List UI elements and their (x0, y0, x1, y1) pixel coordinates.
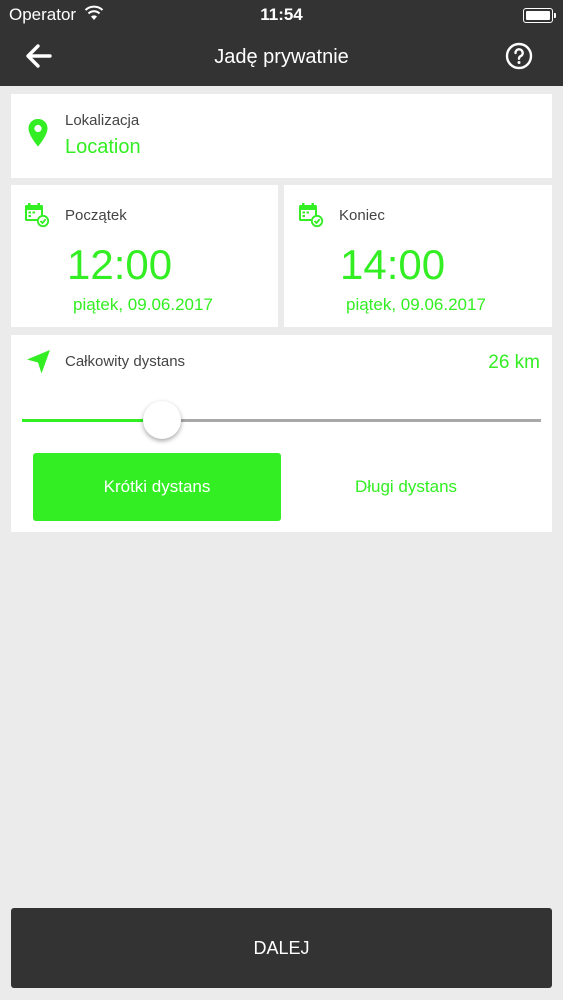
end-label: Koniec (339, 207, 385, 224)
navigation-arrow-icon (25, 348, 53, 381)
location-label: Lokalizacja (65, 112, 140, 129)
distance-label: Całkowity dystans (65, 353, 186, 370)
short-distance-button[interactable]: Krótki dystans (33, 453, 281, 521)
end-date: piątek, 09.06.2017 (346, 295, 486, 314)
top-bar: Operator 11:54 Jadę prywatnie (0, 0, 563, 86)
calendar-icon (24, 202, 50, 228)
long-distance-button[interactable]: Długi dystans (282, 453, 530, 521)
next-button[interactable]: DALEJ (11, 908, 552, 988)
location-card[interactable]: Lokalizacja Location (11, 94, 552, 178)
start-label: Początek (65, 207, 127, 224)
status-bar: Operator 11:54 (0, 0, 563, 30)
end-card[interactable]: Koniec 14:00 piątek, 09.06.2017 (284, 185, 552, 327)
distance-slider-track-filled[interactable] (22, 419, 162, 422)
page-title: Jadę prywatnie (214, 46, 349, 68)
distance-value: 26 km (488, 352, 540, 373)
location-value: Location (65, 136, 141, 158)
calendar-icon (298, 202, 324, 228)
start-card[interactable]: Początek 12:00 piątek, 09.06.2017 (11, 185, 278, 327)
distance-slider-track[interactable] (162, 419, 541, 422)
help-icon[interactable] (505, 42, 533, 70)
start-time: 12:00 (67, 241, 173, 288)
end-time: 14:00 (340, 241, 446, 288)
start-date: piątek, 09.06.2017 (73, 295, 213, 314)
battery-icon (523, 8, 556, 23)
distance-slider-thumb[interactable] (143, 401, 181, 439)
status-time: 11:54 (260, 5, 303, 24)
location-pin-icon (27, 118, 49, 153)
